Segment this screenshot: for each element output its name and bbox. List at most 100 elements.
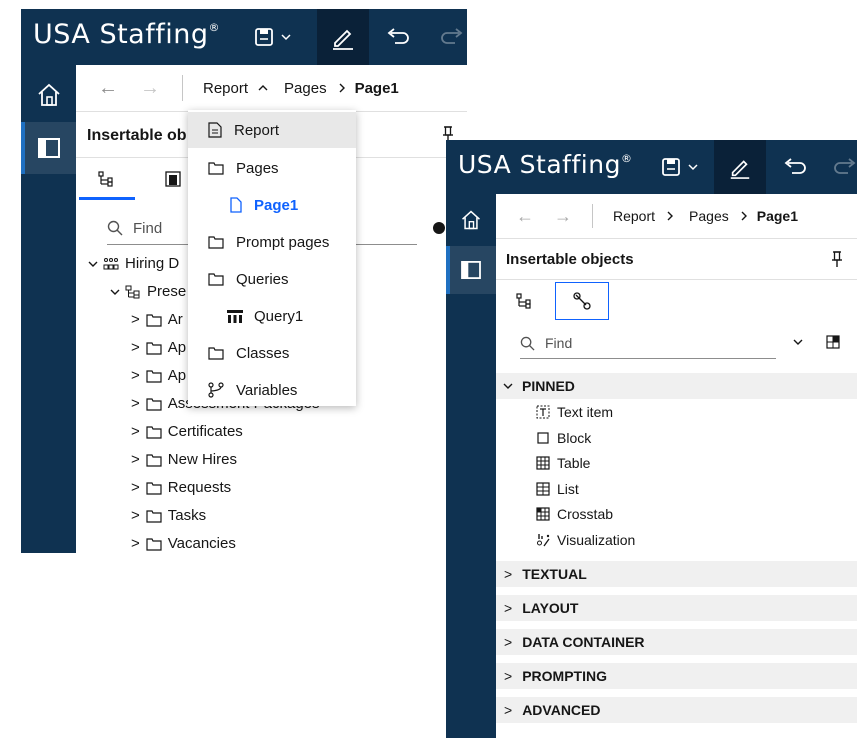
chevron-right-icon: > bbox=[131, 367, 140, 384]
menu-item-classes[interactable]: Classes bbox=[188, 335, 356, 371]
breadcrumb-pages[interactable]: Pages bbox=[689, 208, 729, 224]
menu-item-pages[interactable]: Pages bbox=[188, 150, 356, 186]
tab-data-source[interactable] bbox=[504, 282, 546, 320]
undo-icon bbox=[784, 158, 806, 174]
section-prompting[interactable]: > PROMPTING bbox=[496, 663, 857, 689]
save-button[interactable] bbox=[656, 153, 704, 181]
folder-row[interactable]: > Requests bbox=[131, 479, 231, 496]
back-arrow-icon[interactable]: ← bbox=[516, 206, 534, 227]
chevron-right-icon: > bbox=[131, 535, 140, 552]
breadcrumb-page1[interactable]: Page1 bbox=[757, 208, 798, 224]
chevron-right-icon: > bbox=[504, 634, 513, 650]
folder-icon bbox=[146, 397, 162, 411]
home-button[interactable] bbox=[446, 200, 496, 240]
tree-root[interactable]: Hiring D bbox=[87, 255, 179, 272]
add-icon[interactable] bbox=[433, 222, 445, 234]
toolbox-icon bbox=[165, 171, 181, 187]
tree-child-label: Prese bbox=[147, 283, 187, 300]
section-advanced[interactable]: > ADVANCED bbox=[496, 697, 857, 723]
folder-icon bbox=[146, 453, 162, 467]
forward-arrow-icon[interactable]: → bbox=[554, 206, 572, 227]
folder-row[interactable]: > Vacancies bbox=[131, 535, 236, 552]
object-block[interactable]: Block bbox=[536, 427, 591, 449]
folder-row[interactable]: > Ap bbox=[131, 339, 186, 356]
section-pinned[interactable]: PINNED bbox=[496, 373, 857, 399]
menu-item-label: Query1 bbox=[254, 307, 304, 325]
folder-label: Ap bbox=[167, 339, 187, 356]
save-icon bbox=[255, 28, 273, 46]
block-icon bbox=[537, 432, 549, 444]
breadcrumb-bar: ← → Report Pages Page1 bbox=[496, 194, 857, 239]
folder-icon bbox=[146, 481, 162, 495]
chevron-right-icon bbox=[741, 211, 747, 221]
redo-button[interactable] bbox=[826, 153, 857, 181]
search-icon bbox=[107, 220, 123, 236]
save-button[interactable] bbox=[249, 23, 297, 51]
find-options-dropdown[interactable] bbox=[792, 336, 804, 348]
object-table[interactable]: Table bbox=[536, 452, 590, 474]
folder-row[interactable]: > Ap bbox=[131, 367, 186, 384]
edit-button[interactable] bbox=[714, 140, 766, 194]
section-data-container[interactable]: > DATA CONTAINER bbox=[496, 629, 857, 655]
breadcrumb-report[interactable]: Report bbox=[203, 80, 248, 97]
chevron-right-icon: > bbox=[504, 600, 513, 616]
tree-root-label: Hiring D bbox=[125, 255, 180, 272]
forward-arrow-icon[interactable]: → bbox=[140, 77, 160, 100]
back-arrow-icon[interactable]: ← bbox=[98, 77, 118, 100]
folder-row[interactable]: > Tasks bbox=[131, 507, 206, 524]
object-label: Visualization bbox=[557, 532, 636, 548]
folder-row[interactable]: > Certificates bbox=[131, 423, 243, 440]
breadcrumb-report[interactable]: Report bbox=[613, 208, 655, 224]
variables-icon bbox=[208, 382, 224, 398]
chevron-down-icon bbox=[688, 164, 698, 171]
chevron-down-icon bbox=[88, 261, 98, 267]
wrench-icon bbox=[573, 292, 591, 310]
chevron-right-icon: > bbox=[131, 395, 140, 412]
tab-toolbox[interactable] bbox=[555, 282, 609, 320]
menu-item-query1[interactable]: Query1 bbox=[188, 298, 356, 334]
view-toggle-button[interactable] bbox=[826, 335, 840, 349]
brand-logo: USA Staffing® bbox=[458, 150, 633, 179]
breadcrumb-page1[interactable]: Page1 bbox=[355, 80, 399, 97]
object-label: Table bbox=[557, 455, 591, 471]
edit-button[interactable] bbox=[317, 9, 369, 65]
panel-icon bbox=[37, 138, 60, 158]
section-label: PINNED bbox=[522, 378, 575, 394]
menu-item-queries[interactable]: Queries bbox=[188, 261, 356, 297]
home-icon bbox=[462, 210, 480, 230]
section-textual[interactable]: > TEXTUAL bbox=[496, 561, 857, 587]
object-crosstab[interactable]: Crosstab bbox=[536, 503, 613, 525]
undo-button[interactable] bbox=[377, 23, 417, 51]
folder-icon bbox=[208, 273, 224, 286]
folder-icon bbox=[146, 369, 162, 383]
object-text-item[interactable]: Text item bbox=[536, 401, 613, 423]
query-table-icon bbox=[227, 310, 243, 323]
chevron-right-icon: > bbox=[131, 339, 140, 356]
menu-item-variables[interactable]: Variables bbox=[188, 372, 356, 408]
object-list[interactable]: List bbox=[536, 478, 579, 500]
chevron-down-icon bbox=[110, 289, 120, 295]
undo-button[interactable] bbox=[774, 153, 814, 181]
section-layout[interactable]: > LAYOUT bbox=[496, 595, 857, 621]
menu-item-prompt-pages[interactable]: Prompt pages bbox=[188, 224, 356, 260]
tab-data-source[interactable] bbox=[79, 159, 135, 199]
table-icon bbox=[536, 456, 550, 470]
search-icon bbox=[520, 336, 535, 351]
folder-icon bbox=[146, 509, 162, 523]
folder-row[interactable]: > Ar bbox=[131, 311, 183, 328]
folder-icon bbox=[146, 313, 162, 327]
redo-button[interactable] bbox=[433, 23, 467, 51]
brand-logo: USA Staffing® bbox=[33, 19, 220, 50]
folder-row[interactable]: > New Hires bbox=[131, 451, 237, 468]
home-button[interactable] bbox=[21, 73, 76, 117]
object-visualization[interactable]: Visualization bbox=[536, 529, 635, 551]
menu-item-report[interactable]: Report bbox=[188, 112, 356, 148]
breadcrumb-pages[interactable]: Pages bbox=[284, 80, 327, 97]
list-icon bbox=[536, 482, 550, 496]
chevron-up-icon bbox=[258, 85, 268, 91]
find-input[interactable]: Find bbox=[520, 328, 776, 359]
menu-item-page1[interactable]: Page1 bbox=[188, 187, 356, 223]
pin-icon[interactable] bbox=[830, 250, 844, 268]
tree-child[interactable]: Prese bbox=[109, 283, 186, 300]
breadcrumb-dropdown-menu: Report Pages Page1 Prompt pages Queries … bbox=[188, 110, 356, 406]
